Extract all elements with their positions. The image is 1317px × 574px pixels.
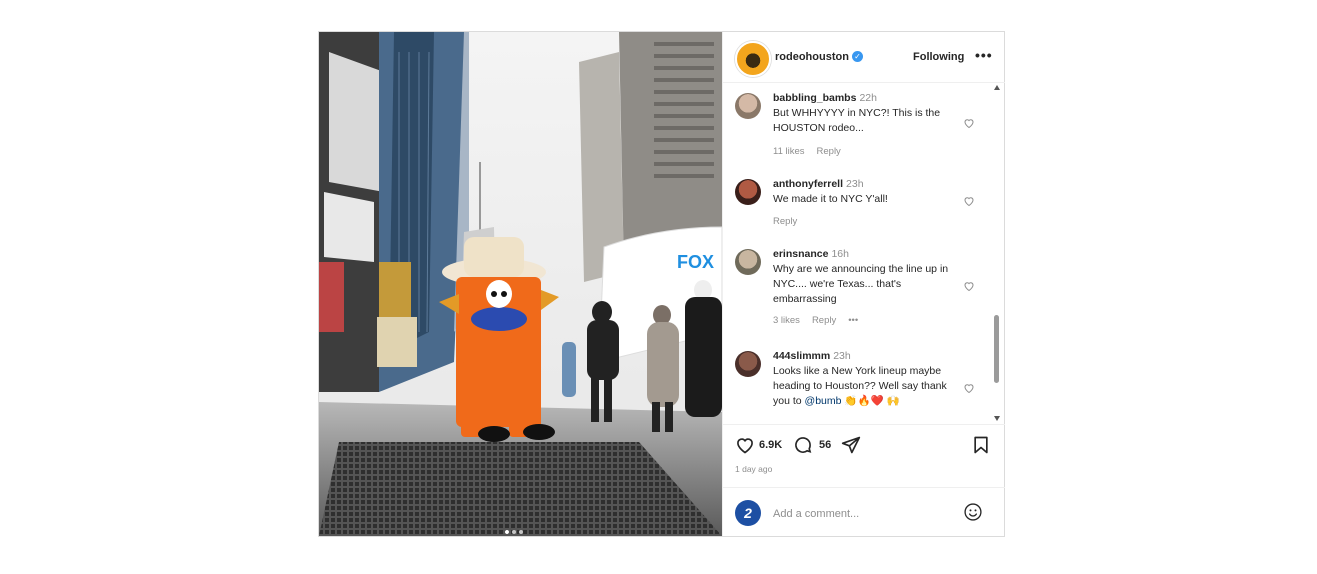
more-options-icon[interactable]: •••: [975, 47, 993, 63]
commenter-avatar[interactable]: [735, 351, 761, 377]
verified-badge-icon: ✓: [852, 51, 863, 62]
scrollbar-thumb[interactable]: [994, 315, 999, 383]
heart-icon[interactable]: [735, 435, 755, 455]
likes-count[interactable]: 6.9K: [759, 439, 782, 451]
post-header: rodeohouston ✓ Following •••: [723, 32, 1005, 83]
post-side-panel: rodeohouston ✓ Following ••• babbling_ba…: [722, 32, 1005, 536]
emoji-icon[interactable]: [963, 502, 983, 522]
comment-time: 23h: [833, 350, 851, 362]
account-username[interactable]: rodeohouston: [775, 51, 849, 63]
comment-mention[interactable]: @bumb: [805, 395, 842, 407]
comment-item: 444slimmm 23h Looks like a New York lineu…: [723, 349, 993, 423]
post-photo[interactable]: FOX: [319, 32, 722, 536]
comment-like-icon[interactable]: [963, 195, 975, 207]
mascot-figure: [439, 237, 559, 442]
comments-scrollbar[interactable]: [992, 85, 1002, 421]
comment-emoji: 👏🔥❤️ 🙌: [841, 395, 900, 407]
scroll-down-arrow-icon[interactable]: [994, 416, 1000, 421]
bookmark-icon[interactable]: [971, 435, 991, 455]
comment-username[interactable]: 444slimmm: [773, 350, 830, 362]
account-avatar[interactable]: [735, 41, 771, 77]
commenter-avatar[interactable]: [735, 93, 761, 119]
comment-item: erinsnance 16h Why are we announcing the …: [723, 247, 993, 333]
current-user-avatar[interactable]: 2: [735, 500, 761, 526]
comments-list[interactable]: babbling_bambs 22h But WHHYYYY in NYC?! T…: [723, 83, 1005, 423]
fox-billboard-text: FOX: [677, 252, 714, 272]
comment-like-icon[interactable]: [963, 117, 975, 129]
commenter-avatar[interactable]: [735, 179, 761, 205]
comment-likes[interactable]: 11 likes: [773, 146, 805, 157]
comment-text: Why are we announcing the line up in NYC…: [773, 263, 949, 305]
comment-username[interactable]: anthonyferrell: [773, 178, 843, 190]
comment-likes[interactable]: 3 likes: [773, 315, 800, 326]
instagram-post: FOX rodeohouston ✓ Following ••• babblin…: [318, 31, 1005, 537]
share-icon[interactable]: [841, 435, 861, 455]
carousel-dot[interactable]: [512, 530, 516, 534]
times-square-photo: FOX: [319, 32, 722, 536]
comment-more-icon[interactable]: •••: [848, 315, 858, 326]
comment-item: babbling_bambs 22h But WHHYYYY in NYC?! T…: [723, 91, 993, 169]
comment-time: 22h: [859, 92, 877, 104]
comments-count[interactable]: 56: [819, 439, 831, 451]
reply-button[interactable]: Reply: [812, 315, 836, 326]
reply-button[interactable]: Reply: [817, 146, 841, 157]
comment-like-icon[interactable]: [963, 382, 975, 394]
comment-time: 16h: [831, 248, 849, 260]
add-comment-bar: 2: [723, 487, 1005, 537]
scroll-up-arrow-icon[interactable]: [994, 85, 1000, 90]
carousel-indicator[interactable]: [505, 521, 526, 536]
carousel-dot[interactable]: [505, 530, 509, 534]
comment-text: We made it to NYC Y'all!: [773, 193, 888, 205]
post-actions-bar: 6.9K 56 1 day ago: [723, 424, 1005, 483]
comment-like-icon[interactable]: [963, 280, 975, 292]
comment-icon[interactable]: [793, 435, 813, 455]
post-timestamp: 1 day ago: [735, 464, 773, 474]
comment-text: But WHHYYYY in NYC?! This is the HOUSTON…: [773, 107, 941, 134]
comment-item: anthonyferrell 23h We made it to NYC Y'al…: [723, 177, 993, 233]
following-button[interactable]: Following: [913, 51, 964, 63]
carousel-dot[interactable]: [519, 530, 523, 534]
comment-username[interactable]: babbling_bambs: [773, 92, 856, 104]
reply-button[interactable]: Reply: [773, 216, 797, 227]
commenter-avatar[interactable]: [735, 249, 761, 275]
comment-input[interactable]: [771, 504, 955, 524]
comment-username[interactable]: erinsnance: [773, 248, 828, 260]
comment-time: 23h: [846, 178, 864, 190]
